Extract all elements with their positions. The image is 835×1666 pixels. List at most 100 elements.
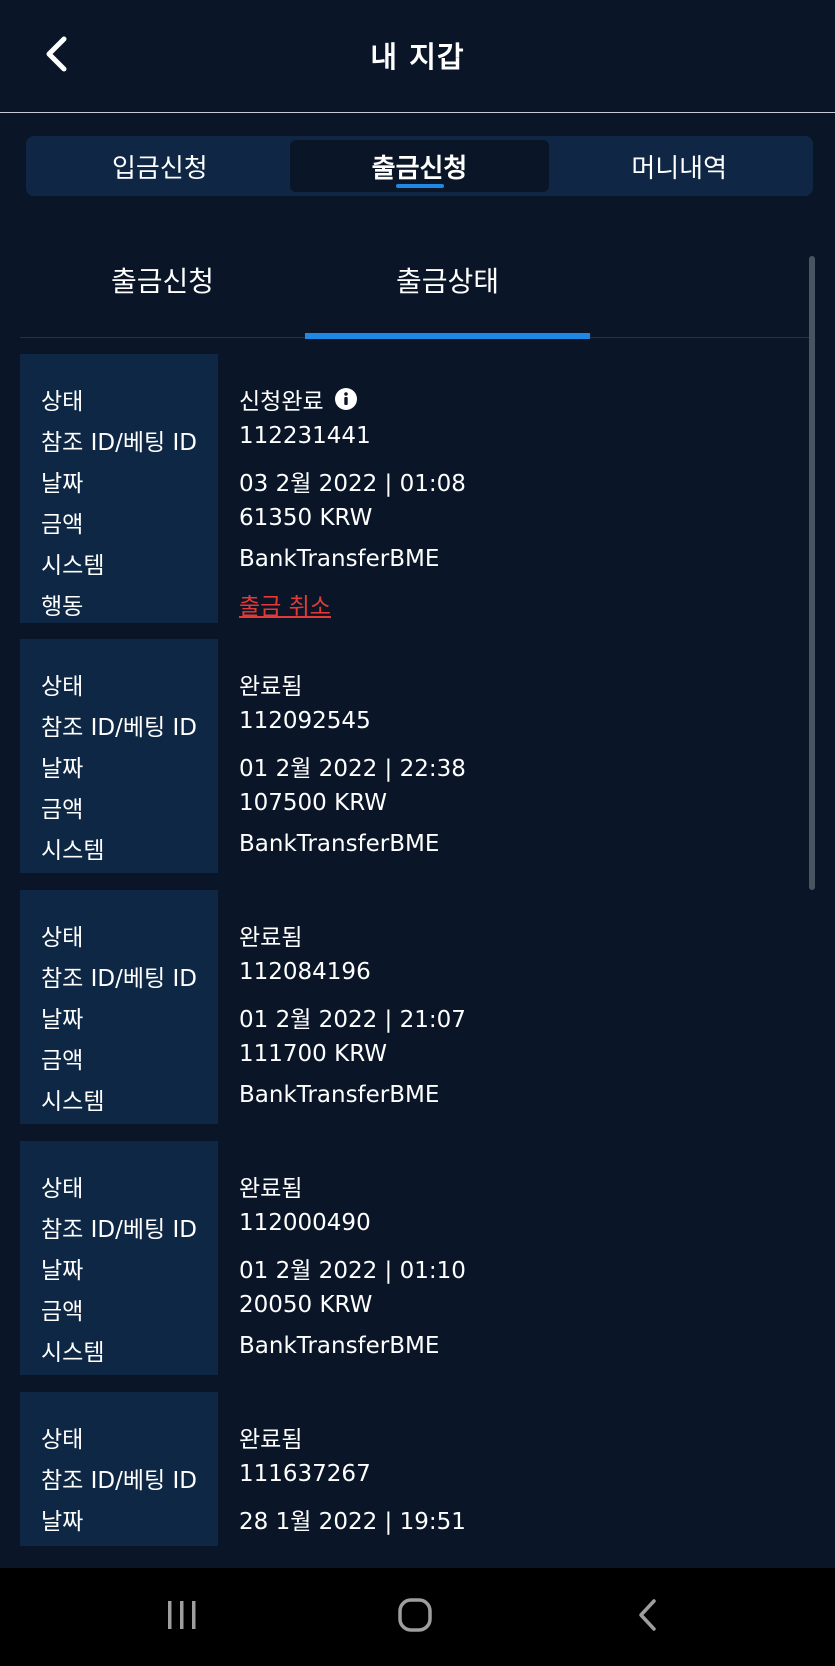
- system-row: 시스템 BankTransferBME: [20, 540, 800, 581]
- header: 내 지갑: [0, 0, 835, 113]
- subtab-label: 출금신청: [110, 265, 215, 298]
- system-row: 시스템 BankTransferBME: [20, 1076, 800, 1117]
- date-value: 01 2월 2022 | 01:10: [239, 1258, 466, 1284]
- status-value: 신청완료: [239, 382, 358, 416]
- amount-row: 금액 107500 KRW: [20, 784, 800, 825]
- status-label: 상태: [41, 1427, 84, 1453]
- action-label: 행동: [41, 594, 84, 620]
- date-value: 03 2월 2022 | 01:08: [239, 471, 466, 497]
- ref-id-label: 참조 ID/베팅 ID: [41, 430, 197, 456]
- system-value: BankTransferBME: [239, 1082, 440, 1108]
- ref-id-value: 112092545: [239, 708, 371, 734]
- sub-tab-bar: 출금신청 출금상태: [20, 240, 815, 339]
- date-label: 날짜: [41, 1007, 84, 1033]
- system-label: 시스템: [41, 1089, 105, 1115]
- tab-withdraw-request[interactable]: 출금신청: [289, 140, 550, 192]
- withdrawal-record: 상태 완료됨 참조 ID/베팅 ID 112000490 날짜 01 2월 20…: [20, 1141, 800, 1375]
- wallet-screen: 내 지갑 입금신청 출금신청 머니내역 출금신청 출금상태 상태 신청완료 참조…: [0, 0, 835, 1666]
- recent-apps-icon: [168, 1601, 196, 1629]
- date-label: 날짜: [41, 756, 84, 782]
- ref-id-row: 참조 ID/베팅 ID 112084196: [20, 953, 800, 994]
- amount-label: 금액: [41, 1048, 84, 1074]
- status-label: 상태: [41, 389, 84, 415]
- status-value: 완료됨: [239, 674, 303, 700]
- date-row: 날짜 28 1월 2022 | 19:51: [20, 1496, 800, 1537]
- status-value: 완료됨: [239, 925, 303, 951]
- date-label: 날짜: [41, 1509, 84, 1535]
- page-title: 내 지갑: [370, 40, 465, 74]
- amount-row: 금액 20050 KRW: [20, 1286, 800, 1327]
- system-value: BankTransferBME: [239, 831, 440, 857]
- system-row: 시스템 BankTransferBME: [20, 825, 800, 866]
- system-nav-bar: [0, 1568, 835, 1666]
- top-tab-bar: 입금신청 출금신청 머니내역: [26, 136, 813, 196]
- home-button[interactable]: [385, 1590, 445, 1640]
- ref-id-value: 112000490: [239, 1210, 371, 1236]
- amount-label: 금액: [41, 1299, 84, 1325]
- amount-value: 61350 KRW: [239, 505, 373, 531]
- system-label: 시스템: [41, 1340, 105, 1366]
- ref-id-row: 참조 ID/베팅 ID 112000490: [20, 1204, 800, 1245]
- withdrawal-record: 상태 완료됨 참조 ID/베팅 ID 111637267 날짜 28 1월 20…: [20, 1392, 800, 1546]
- amount-value: 111700 KRW: [239, 1041, 387, 1067]
- ref-id-label: 참조 ID/베팅 ID: [41, 1468, 197, 1494]
- ref-id-row: 참조 ID/베팅 ID 111637267: [20, 1455, 800, 1496]
- tab-money-history[interactable]: 머니내역: [549, 140, 809, 192]
- ref-id-row: 참조 ID/베팅 ID 112092545: [20, 702, 800, 743]
- status-text: 신청완료: [239, 389, 324, 415]
- amount-value: 107500 KRW: [239, 790, 387, 816]
- ref-id-label: 참조 ID/베팅 ID: [41, 1217, 197, 1243]
- scrollbar[interactable]: [809, 256, 815, 890]
- home-icon: [398, 1598, 432, 1632]
- withdrawal-record: 상태 완료됨 참조 ID/베팅 ID 112092545 날짜 01 2월 20…: [20, 639, 800, 873]
- cancel-withdrawal-link[interactable]: 출금 취소: [239, 587, 331, 621]
- date-value: 01 2월 2022 | 21:07: [239, 1007, 466, 1033]
- info-icon[interactable]: [334, 387, 358, 411]
- date-value: 01 2월 2022 | 22:38: [239, 756, 466, 782]
- system-label: 시스템: [41, 553, 105, 579]
- system-value: BankTransferBME: [239, 546, 440, 572]
- tab-label: 입금신청: [111, 153, 208, 184]
- ref-id-row: 참조 ID/베팅 ID 112231441: [20, 417, 800, 458]
- status-row: 상태 완료됨: [20, 661, 800, 702]
- back-arrow-icon: [639, 1599, 656, 1631]
- system-back-button[interactable]: [618, 1590, 678, 1640]
- ref-id-label: 참조 ID/베팅 ID: [41, 966, 197, 992]
- status-row: 상태 신청완료: [20, 376, 800, 417]
- subtab-label: 출금상태: [395, 265, 500, 298]
- system-value: BankTransferBME: [239, 1333, 440, 1359]
- status-label: 상태: [41, 925, 84, 951]
- status-row: 상태 완료됨: [20, 1163, 800, 1204]
- tab-label: 머니내역: [631, 153, 728, 184]
- date-row: 날짜 03 2월 2022 | 01:08: [20, 458, 800, 499]
- system-label: 시스템: [41, 838, 105, 864]
- action-value: 출금 취소: [239, 587, 331, 621]
- subtab-withdraw-request[interactable]: 출금신청: [20, 240, 305, 338]
- status-row: 상태 완료됨: [20, 912, 800, 953]
- withdrawal-record: 상태 완료됨 참조 ID/베팅 ID 112084196 날짜 01 2월 20…: [20, 890, 800, 1124]
- tab-deposit-request[interactable]: 입금신청: [30, 140, 290, 192]
- amount-label: 금액: [41, 797, 84, 823]
- system-row: 시스템 BankTransferBME: [20, 1327, 800, 1368]
- amount-row: 금액 61350 KRW: [20, 499, 800, 540]
- ref-id-value: 111637267: [239, 1461, 371, 1487]
- withdrawal-record: 상태 신청완료 참조 ID/베팅 ID 112231441 날짜 03 2월 2…: [20, 354, 800, 623]
- active-tab-indicator: [395, 184, 444, 188]
- active-subtab-indicator: [305, 333, 590, 339]
- amount-row: 금액 111700 KRW: [20, 1035, 800, 1076]
- subtab-withdraw-status[interactable]: 출금상태: [305, 240, 590, 339]
- recent-apps-button[interactable]: [152, 1590, 212, 1640]
- amount-value: 20050 KRW: [239, 1292, 373, 1318]
- status-label: 상태: [41, 1176, 84, 1202]
- date-row: 날짜 01 2월 2022 | 01:10: [20, 1245, 800, 1286]
- ref-id-value: 112231441: [239, 423, 371, 449]
- action-row: 행동 출금 취소: [20, 581, 800, 622]
- status-value: 완료됨: [239, 1427, 303, 1453]
- date-label: 날짜: [41, 471, 84, 497]
- status-value: 완료됨: [239, 1176, 303, 1202]
- date-label: 날짜: [41, 1258, 84, 1284]
- ref-id-label: 참조 ID/베팅 ID: [41, 715, 197, 741]
- tab-label: 출금신청: [371, 153, 468, 184]
- ref-id-value: 112084196: [239, 959, 371, 985]
- status-row: 상태 완료됨: [20, 1414, 800, 1455]
